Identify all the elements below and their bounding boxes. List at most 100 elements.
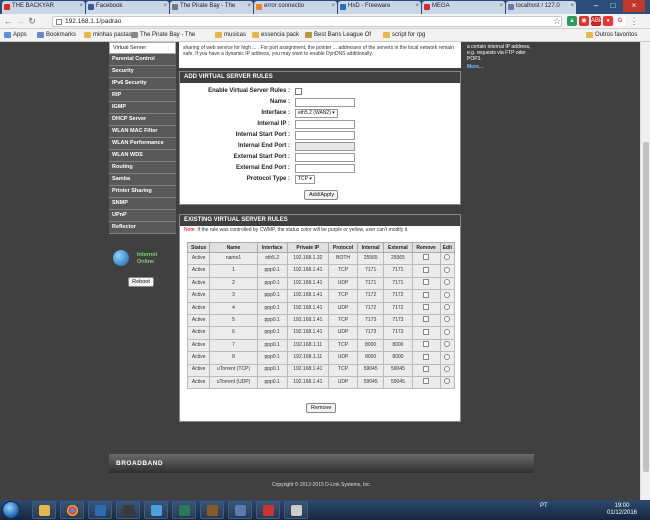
edit-radio[interactable] — [444, 266, 451, 273]
sidebar-item-igmp[interactable]: IGMP — [109, 102, 176, 114]
sidebar-item-ipv6-security[interactable]: IPv6 Security — [109, 78, 176, 90]
remove-button[interactable]: Remove — [306, 403, 336, 413]
minimize-button[interactable]: – — [588, 0, 604, 12]
remove-checkbox[interactable] — [423, 341, 430, 348]
reboot-button[interactable]: Reboot — [128, 277, 154, 287]
edit-radio[interactable] — [444, 304, 451, 310]
bookmark-folder[interactable]: essencia pack — [252, 31, 299, 40]
remove-checkbox[interactable] — [423, 291, 430, 298]
sidebar-item-reflector[interactable]: Reflector — [109, 222, 176, 234]
edit-radio[interactable] — [444, 341, 451, 348]
taskbar-app[interactable] — [32, 501, 56, 519]
sidebar-item-security[interactable]: Security — [109, 66, 176, 78]
maximize-button[interactable]: □ — [605, 0, 621, 12]
remove-checkbox[interactable] — [423, 279, 430, 286]
menu-icon[interactable]: ⋮ — [629, 16, 639, 26]
add-apply-button[interactable]: Add/Apply — [304, 190, 338, 200]
sidebar-item-wlan-mac-filter[interactable]: WLAN MAC Filter — [109, 126, 176, 138]
browser-tab[interactable]: HxD - Freeware × — [338, 1, 421, 14]
edit-radio[interactable] — [444, 353, 451, 360]
taskbar-app[interactable] — [172, 501, 196, 519]
taskbar-app[interactable] — [60, 501, 84, 519]
remove-checkbox[interactable] — [423, 254, 430, 261]
name-input[interactable] — [295, 98, 355, 107]
sidebar-item-snmp[interactable]: SNMP — [109, 198, 176, 210]
browser-tab[interactable]: error connectio × — [254, 1, 337, 14]
remove-checkbox[interactable] — [423, 353, 430, 360]
external-start-port-input[interactable] — [295, 153, 355, 162]
close-window-button[interactable]: × — [623, 0, 645, 12]
extension-icon[interactable]: ● — [603, 16, 613, 26]
edit-radio[interactable] — [444, 365, 451, 372]
browser-tab[interactable]: localhost / 127.0 × — [506, 1, 576, 14]
close-tab-icon[interactable]: × — [415, 3, 419, 9]
bookmark-item[interactable]: The Pirate Bay - The — [131, 31, 195, 40]
start-button[interactable] — [2, 501, 20, 519]
scrollbar-thumb[interactable] — [643, 142, 649, 472]
sidebar-item-dhcp-server[interactable]: DHCP Server — [109, 114, 176, 126]
taskbar-app[interactable] — [200, 501, 224, 519]
close-tab-icon[interactable]: × — [163, 3, 167, 9]
edit-radio[interactable] — [444, 291, 451, 298]
internal-ip-input[interactable] — [295, 120, 355, 129]
sidebar-item-virtual-server[interactable]: Virtual Server — [109, 42, 176, 54]
google-icon[interactable]: G — [615, 16, 625, 26]
interface-select[interactable]: eth5.2 (WAN2) ▾ — [295, 109, 338, 118]
clock[interactable]: 19:00 01/12/2016 — [600, 503, 644, 517]
browser-tab[interactable]: The Pirate Bay - The × — [170, 1, 253, 14]
sidebar-item-parental-control[interactable]: Parental Control — [109, 54, 176, 66]
close-tab-icon[interactable]: × — [331, 3, 335, 9]
browser-tab[interactable]: MEGA × — [422, 1, 505, 14]
back-icon[interactable]: ← — [3, 16, 13, 26]
remove-checkbox[interactable] — [423, 266, 430, 273]
star-icon[interactable]: ☆ — [552, 16, 562, 26]
page-scrollbar[interactable] — [640, 42, 650, 500]
sidebar-item-routing[interactable]: Routing — [109, 162, 176, 174]
extension-icon[interactable]: ABP — [591, 16, 603, 26]
edit-radio[interactable] — [444, 316, 451, 323]
edit-radio[interactable] — [444, 328, 451, 335]
edit-radio[interactable] — [444, 254, 451, 261]
remove-checkbox[interactable] — [423, 365, 430, 372]
taskbar-app[interactable] — [256, 501, 280, 519]
reload-icon[interactable]: ↻ — [27, 16, 37, 26]
edit-radio[interactable] — [444, 378, 451, 385]
sidebar-item-upnp[interactable]: UPnP — [109, 210, 176, 222]
bookmark-folder[interactable]: minhas pastas — [84, 31, 132, 40]
edit-radio[interactable] — [444, 279, 451, 286]
sidebar-item-wlan-performance[interactable]: WLAN Performance — [109, 138, 176, 150]
more-link[interactable]: More... — [467, 64, 531, 70]
taskbar-app[interactable] — [88, 501, 112, 519]
close-tab-icon[interactable]: × — [247, 3, 251, 9]
url-input[interactable]: 192.168.1.1/padrao — [52, 16, 562, 27]
enable-checkbox[interactable] — [295, 88, 302, 95]
sidebar-item-rip[interactable]: RIP — [109, 90, 176, 102]
bookmark-folder[interactable]: musicas — [215, 31, 246, 40]
other-bookmarks[interactable]: Outros favoritos — [586, 31, 637, 40]
taskbar-app[interactable] — [228, 501, 252, 519]
taskbar-app[interactable] — [144, 501, 168, 519]
bookmark-folder[interactable]: script for rpg — [383, 31, 425, 40]
bookmark-item[interactable]: Best Bans League Of — [305, 31, 371, 40]
close-tab-icon[interactable]: × — [499, 3, 503, 9]
bookmark-item[interactable]: Bookmarks — [37, 31, 76, 40]
close-tab-icon[interactable]: × — [79, 3, 83, 9]
forward-icon[interactable]: → — [15, 16, 25, 26]
sidebar-item-printer-sharing[interactable]: Printer Sharing — [109, 186, 176, 198]
extension-icon[interactable]: ▲ — [567, 16, 577, 26]
protocol-select[interactable]: TCP ▾ — [295, 175, 315, 184]
remove-checkbox[interactable] — [423, 304, 430, 310]
browser-tab[interactable]: Facebook × — [86, 1, 169, 14]
sidebar-item-wlan-wds[interactable]: WLAN WDS — [109, 150, 176, 162]
browser-tab[interactable]: THE BACKYAR × — [2, 1, 85, 14]
extension-icon[interactable]: ◉ — [579, 16, 589, 26]
apps-bookmark[interactable]: Apps — [4, 31, 27, 40]
sidebar-item-samba[interactable]: Samba — [109, 174, 176, 186]
internal-start-port-input[interactable] — [295, 131, 355, 140]
close-tab-icon[interactable]: × — [570, 3, 574, 9]
taskbar-app[interactable] — [116, 501, 140, 519]
taskbar-app[interactable] — [284, 501, 308, 519]
language-indicator[interactable]: PT — [540, 503, 548, 510]
external-end-port-input[interactable] — [295, 164, 355, 173]
remove-checkbox[interactable] — [423, 378, 430, 385]
